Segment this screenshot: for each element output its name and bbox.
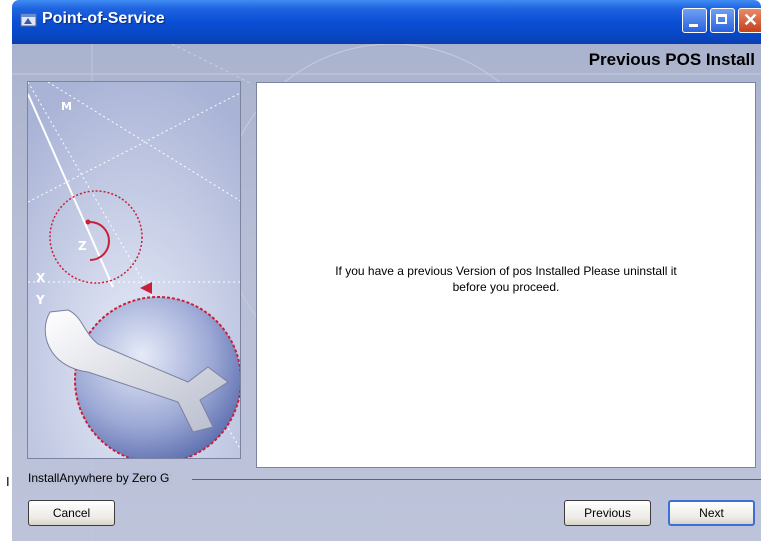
installer-icon <box>20 13 37 27</box>
installer-window: Point-of-Service ✕ Previous POS Install <box>12 0 761 541</box>
title-bar[interactable]: Point-of-Service ✕ <box>12 0 761 44</box>
next-button[interactable]: Next <box>668 500 755 526</box>
previous-button[interactable]: Previous <box>564 500 651 526</box>
message-text: If you have a previous Version of pos In… <box>257 263 755 295</box>
page-heading: Previous POS Install <box>588 50 755 69</box>
label-m: M <box>61 100 72 113</box>
label-x: X <box>36 271 46 285</box>
cancel-button[interactable]: Cancel <box>28 500 115 526</box>
window-title: Point-of-Service <box>42 10 165 27</box>
label-z: Z <box>78 239 87 253</box>
installer-side-graphic: M Z X Y <box>27 81 241 459</box>
minimize-icon[interactable] <box>682 8 707 33</box>
close-icon[interactable]: ✕ <box>738 8 761 33</box>
footer-divider <box>192 479 761 480</box>
content-panel: If you have a previous Version of pos In… <box>256 82 756 468</box>
stray-text-cursor: I <box>6 474 10 489</box>
message-line-1: If you have a previous Version of pos In… <box>335 264 677 278</box>
message-line-2: before you proceed. <box>452 280 560 294</box>
brand-label: InstallAnywhere by Zero G <box>28 471 174 485</box>
dialog-client-area: Previous POS Install M Z X Y If you have… <box>12 44 761 541</box>
label-y: Y <box>35 293 45 307</box>
maximize-icon[interactable] <box>710 8 735 33</box>
